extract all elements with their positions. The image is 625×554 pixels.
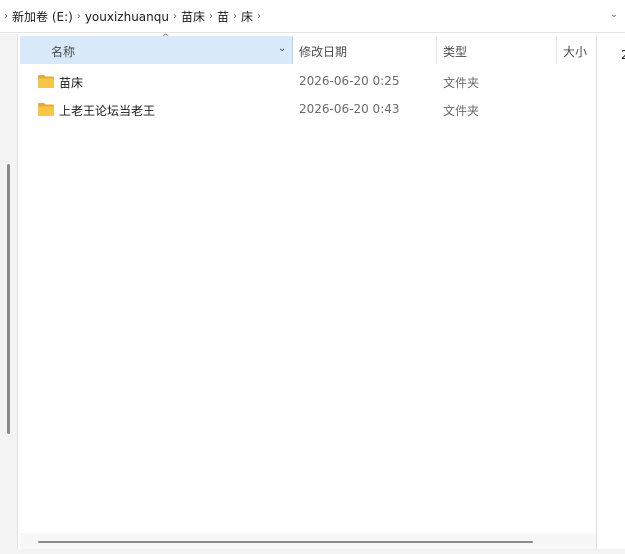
details-pane-text: 2 — [621, 48, 625, 62]
column-header-size-label: 大小 — [563, 45, 588, 59]
chevron-right-icon[interactable]: › — [73, 8, 85, 26]
column-header-date[interactable]: 修改日期 — [293, 36, 437, 64]
horizontal-scrollbar[interactable] — [20, 533, 596, 549]
breadcrumb-item-miao[interactable]: 苗 — [217, 8, 229, 26]
chevron-down-icon[interactable]: ⌄ — [278, 43, 286, 54]
breadcrumb-item-drive[interactable]: 新加卷 (E:) — [12, 8, 73, 26]
chevron-right-icon[interactable]: › — [169, 8, 181, 26]
chevron-right-icon: › — [4, 11, 8, 22]
file-date: 2026-06-20 0:25 — [299, 74, 400, 88]
folder-icon — [38, 75, 54, 88]
address-bar[interactable]: › 新加卷 (E:) › youxizhuanqu › 苗床 › 苗 › 床 ›… — [0, 0, 625, 33]
file-type: 文件夹 — [443, 76, 480, 90]
chevron-right-icon[interactable]: › — [229, 8, 241, 26]
list-item[interactable]: 苗床 2026-06-20 0:25 文件夹 — [20, 68, 596, 96]
details-pane-edge: 2 — [596, 34, 625, 549]
navigation-pane-edge — [0, 34, 18, 549]
breadcrumb: › 新加卷 (E:) › youxizhuanqu › 苗床 › 苗 › 床 › — [0, 8, 265, 26]
column-header-type-label: 类型 — [443, 45, 468, 59]
chevron-down-icon[interactable]: ⌄ — [609, 9, 619, 21]
breadcrumb-item-chuang[interactable]: 床 — [241, 8, 253, 26]
file-date: 2026-06-20 0:43 — [299, 102, 400, 116]
column-header-name[interactable]: ^ 名称 ⌄ — [20, 33, 293, 64]
file-type: 文件夹 — [443, 104, 480, 118]
file-list: ^ 名称 ⌄ 修改日期 类型 大小 苗床 2026-06-20 0:25 文件夹 — [20, 33, 596, 548]
column-header-type[interactable]: 类型 — [437, 36, 557, 64]
chevron-right-icon[interactable]: › — [205, 8, 217, 26]
column-header-date-label: 修改日期 — [299, 45, 348, 59]
chevron-right-icon[interactable]: › — [253, 8, 265, 26]
vertical-scrollbar-thumb[interactable] — [7, 164, 10, 434]
breadcrumb-item-youxizhuanqu[interactable]: youxizhuanqu — [85, 8, 169, 26]
column-header-name-label: 名称 — [51, 45, 76, 59]
file-name: 苗床 — [59, 76, 84, 90]
sort-ascending-icon: ^ — [162, 33, 170, 43]
file-name: 上老王论坛当老王 — [59, 104, 156, 118]
column-header-size[interactable]: 大小 — [557, 36, 596, 64]
list-item[interactable]: 上老王论坛当老王 2026-06-20 0:43 文件夹 — [20, 96, 596, 124]
column-header-row: ^ 名称 ⌄ 修改日期 类型 大小 — [20, 33, 596, 64]
file-rows: 苗床 2026-06-20 0:25 文件夹 上老王论坛当老王 2026-06-… — [20, 68, 596, 124]
folder-icon — [38, 103, 54, 116]
breadcrumb-item-miaochuang[interactable]: 苗床 — [181, 8, 205, 26]
horizontal-scrollbar-thumb[interactable] — [38, 541, 533, 543]
window-bottom-edge — [0, 549, 625, 554]
